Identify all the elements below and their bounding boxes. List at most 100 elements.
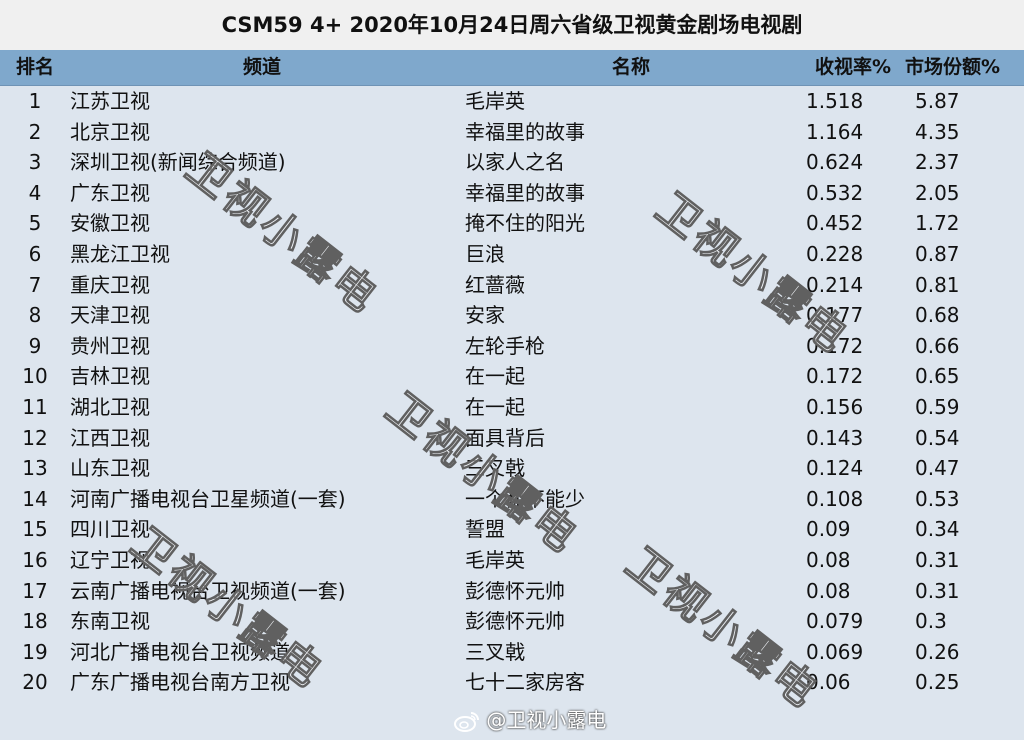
cell-rank: 1 [28, 89, 42, 113]
cell-rating: 0.06 [806, 670, 851, 695]
header-rank: 排名 [15, 56, 54, 78]
header-channel: 频道 [243, 56, 282, 78]
table-row: 2 北京卫视 幸福里的故事 1.164 4.35 [0, 117, 1024, 148]
cell-channel: 山东卫视 [70, 456, 150, 481]
cell-channel: 河北广播电视台卫视频道 [70, 639, 290, 664]
cell-channel: 云南广播电视台卫视频道(一套) [70, 578, 346, 603]
ratings-table: CSM59 4+ 2020年10月24日周六省级卫视黄金剧场电视剧 排名 频道 … [0, 0, 1024, 740]
cell-name: 巨浪 [465, 241, 505, 266]
cell-rank: 3 [28, 150, 42, 175]
cell-channel: 重庆卫视 [70, 272, 150, 297]
cell-channel: 深圳卫视(新闻综合频道) [70, 150, 286, 175]
cell-share: 2.37 [915, 150, 960, 175]
cell-channel: 四川卫视 [70, 517, 150, 542]
cell-channel: 江西卫视 [70, 425, 150, 450]
table-row: 6 黑龙江卫视 巨浪 0.228 0.87 [0, 239, 1024, 270]
cell-rating: 1.164 [806, 119, 864, 144]
cell-channel: 天津卫视 [70, 303, 150, 328]
cell-name: 彭德怀元帅 [465, 578, 565, 603]
cell-share: 2.05 [915, 180, 960, 205]
cell-rank: 19 [22, 639, 48, 664]
weibo-credit: @卫视小露电 [454, 704, 606, 733]
header-name: 名称 [612, 56, 651, 78]
cell-share: 0.65 [915, 364, 960, 389]
cell-name: 三叉戟 [465, 456, 525, 481]
cell-name: 红蔷薇 [465, 272, 525, 297]
cell-name: 左轮手枪 [465, 333, 545, 358]
cell-share: 0.54 [915, 425, 960, 450]
table-row: 16 辽宁卫视 毛岸英 0.08 0.31 [0, 545, 1024, 576]
cell-share: 0.31 [915, 547, 960, 572]
cell-channel: 江苏卫视 [70, 89, 150, 113]
table-row: 1 江苏卫视 毛岸英 1.518 5.87 [0, 86, 1024, 117]
cell-share: 0.66 [915, 333, 960, 358]
cell-rank: 20 [22, 670, 48, 695]
header-share: 市场份额% [905, 56, 1001, 78]
table-row: 11 湖北卫视 在一起 0.156 0.59 [0, 392, 1024, 423]
cell-rating: 1.518 [806, 89, 864, 113]
cell-rating: 0.08 [806, 547, 851, 572]
table-row: 15 四川卫视 誓盟 0.09 0.34 [0, 514, 1024, 545]
cell-rating: 0.172 [806, 333, 864, 358]
cell-channel: 广东广播电视台南方卫视 [70, 670, 290, 695]
cell-share: 0.31 [915, 578, 960, 603]
cell-share: 1.72 [915, 211, 960, 236]
table-row: 4 广东卫视 幸福里的故事 0.532 2.05 [0, 178, 1024, 209]
cell-name: 毛岸英 [465, 89, 525, 113]
cell-rating: 0.108 [806, 486, 864, 511]
table-row: 12 江西卫视 面具背后 0.143 0.54 [0, 423, 1024, 454]
cell-rating: 0.069 [806, 639, 864, 664]
table-row: 13 山东卫视 三叉戟 0.124 0.47 [0, 453, 1024, 484]
cell-rating: 0.532 [806, 180, 864, 205]
cell-name: 三叉戟 [465, 639, 525, 664]
cell-rating: 0.124 [806, 456, 864, 481]
cell-channel: 安徽卫视 [70, 211, 150, 236]
cell-rating: 0.143 [806, 425, 864, 450]
cell-rank: 4 [28, 180, 42, 205]
cell-share: 0.26 [915, 639, 960, 664]
cell-channel: 东南卫视 [70, 609, 150, 634]
table-row: 5 安徽卫视 掩不住的阳光 0.452 1.72 [0, 208, 1024, 239]
cell-rating: 0.08 [806, 578, 851, 603]
cell-rating: 0.624 [806, 150, 864, 175]
cell-rank: 15 [22, 517, 48, 542]
cell-channel: 吉林卫视 [70, 364, 150, 389]
cell-name: 在一起 [465, 394, 525, 419]
cell-rating: 0.177 [806, 303, 864, 328]
cell-channel: 湖北卫视 [70, 394, 150, 419]
cell-rating: 0.09 [806, 517, 851, 542]
cell-name: 掩不住的阳光 [465, 211, 585, 236]
cell-rating: 0.172 [806, 364, 864, 389]
cell-rank: 16 [22, 547, 48, 572]
cell-channel: 河南广播电视台卫星频道(一套) [70, 486, 346, 511]
table-row: 19 河北广播电视台卫视频道 三叉戟 0.069 0.26 [0, 637, 1024, 668]
cell-rank: 6 [28, 241, 42, 266]
cell-share: 4.35 [915, 119, 960, 144]
cell-share: 0.47 [915, 456, 960, 481]
cell-name: 幸福里的故事 [465, 180, 585, 205]
cell-channel: 辽宁卫视 [70, 547, 150, 572]
cell-name: 以家人之名 [465, 150, 565, 175]
cell-share: 0.59 [915, 394, 960, 419]
cell-name: 誓盟 [465, 517, 505, 542]
table-row: 18 东南卫视 彭德怀元帅 0.079 0.3 [0, 606, 1024, 637]
cell-channel: 广东卫视 [70, 180, 150, 205]
cell-share: 0.3 [915, 609, 947, 634]
cell-rating: 0.156 [806, 394, 864, 419]
table-row: 14 河南广播电视台卫星频道(一套) 一个都不能少 0.108 0.53 [0, 484, 1024, 515]
credit-text: @卫视小露电 [486, 708, 607, 732]
weibo-icon [454, 711, 479, 732]
cell-channel: 贵州卫视 [70, 333, 150, 358]
cell-name: 面具背后 [465, 425, 545, 450]
cell-share: 0.87 [915, 241, 960, 266]
cell-rank: 5 [28, 211, 42, 236]
cell-rank: 14 [22, 486, 48, 511]
cell-rank: 18 [22, 609, 48, 634]
cell-rating: 0.228 [806, 241, 864, 266]
table-row: 10 吉林卫视 在一起 0.172 0.65 [0, 361, 1024, 392]
cell-rating: 0.214 [806, 272, 864, 297]
cell-share: 0.53 [915, 486, 960, 511]
cell-rank: 7 [28, 272, 42, 297]
cell-share: 0.34 [915, 517, 960, 542]
cell-rank: 12 [22, 425, 48, 450]
